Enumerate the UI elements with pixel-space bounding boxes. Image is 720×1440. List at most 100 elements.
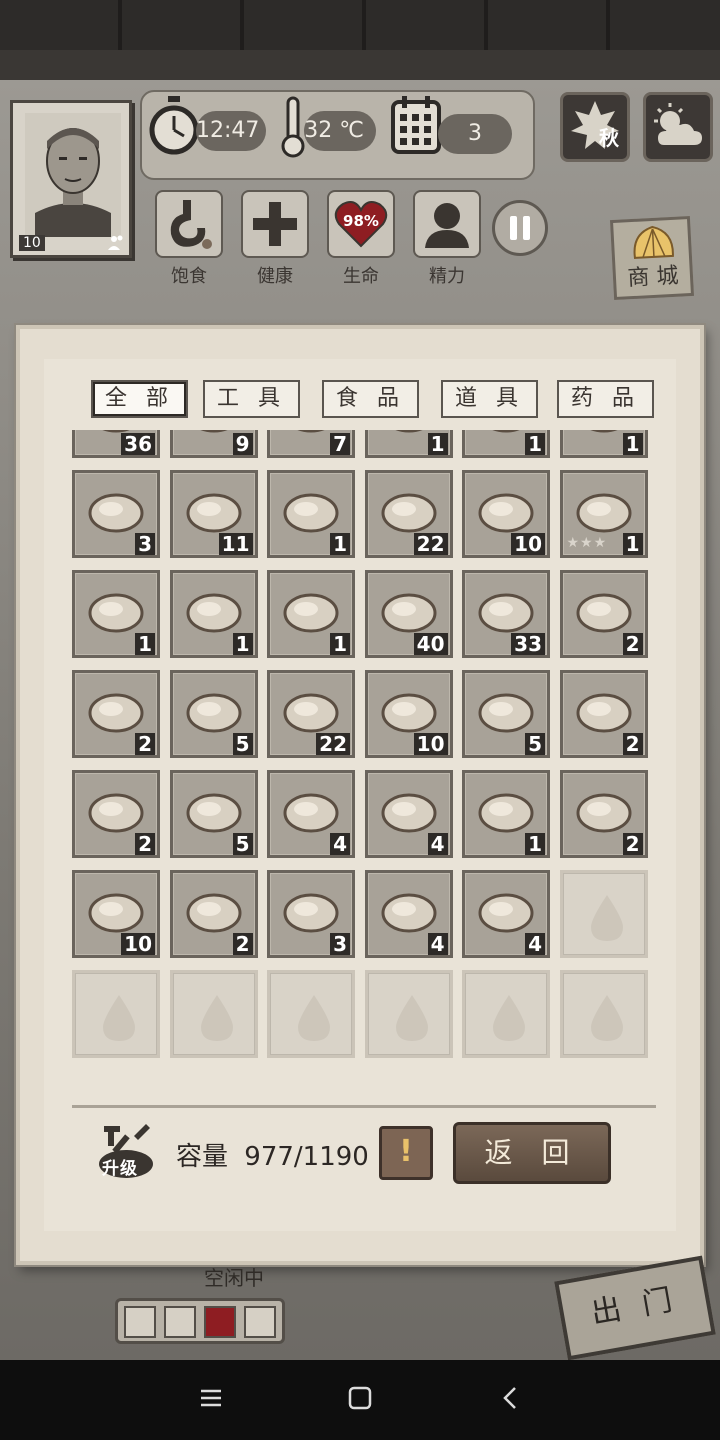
item-quantity: 1: [525, 433, 545, 455]
inventory-slot[interactable]: 7: [267, 430, 355, 458]
inventory-slot[interactable]: 10: [72, 870, 160, 958]
inventory-slot[interactable]: 1: [72, 570, 160, 658]
capacity-value: 977/1190: [244, 1142, 369, 1172]
item-quantity: 2: [622, 733, 643, 755]
inventory-slot[interactable]: 1: [169, 570, 258, 658]
inventory-slot[interactable]: 3: [72, 470, 160, 558]
item-quantity: 33: [511, 633, 545, 655]
capacity-display: 容量 977/1190: [176, 1136, 369, 1173]
capacity-label: 容量: [176, 1142, 229, 1172]
temperature-display: 32 ℃: [304, 111, 376, 151]
inventory-slot[interactable]: 1: [462, 770, 550, 858]
energy-button[interactable]: [413, 190, 481, 258]
satiety-button[interactable]: [155, 190, 223, 258]
inventory-slot[interactable]: 36: [72, 430, 160, 458]
drop-icon: [590, 895, 623, 941]
item-quantity: 4: [330, 833, 350, 855]
item-quantity: 2: [622, 633, 643, 655]
stomach-icon: [170, 200, 212, 249]
inventory-slot[interactable]: 22: [267, 670, 355, 758]
tab-all[interactable]: 全 部: [91, 380, 188, 418]
tab-food[interactable]: 食 品: [322, 380, 419, 418]
inventory-slot[interactable]: 4: [267, 770, 355, 858]
inventory-slot[interactable]: 2: [169, 870, 258, 958]
divider: [72, 1105, 656, 1108]
shop-label: 商 城: [626, 263, 680, 292]
tab-medicine[interactable]: 药 品: [557, 380, 654, 418]
inventory-slot[interactable]: 33: [462, 570, 550, 658]
inventory-slot[interactable]: 40: [364, 570, 453, 658]
capacity-warning-button[interactable]: !: [379, 1126, 433, 1180]
item-quantity: 1: [330, 633, 350, 655]
empty-slot: [72, 970, 160, 1058]
tab-items[interactable]: 道 具: [441, 380, 538, 418]
drop-icon: [395, 995, 428, 1041]
life-value: 98%: [343, 212, 379, 230]
item-quantity: 22: [413, 533, 448, 555]
inventory-slot[interactable]: 1: [267, 470, 355, 558]
inventory-slot[interactable]: 2: [559, 570, 648, 658]
mini-status-bar[interactable]: [115, 1298, 285, 1344]
inventory-grid[interactable]: 36 9 7 1 1 1 3 11 1 22 10 ★★★ 1 1 1 1 40 33 2 2 5 22 10 5 2 2 5 4 4 1…: [72, 430, 652, 1080]
item-quantity: 2: [622, 833, 643, 855]
item-quantity: 1: [330, 533, 350, 555]
health-label: 健康: [257, 266, 293, 287]
group-icon: [108, 235, 123, 250]
time-display: 12:47: [196, 111, 266, 151]
rarity-stars: ★★★: [566, 535, 608, 551]
inventory-slot[interactable]: 5: [169, 770, 258, 858]
upgrade-button[interactable]: 升级: [96, 1120, 156, 1180]
drop-icon: [493, 995, 525, 1041]
inventory-slot[interactable]: 5: [169, 670, 258, 758]
inventory-slot[interactable]: 4: [462, 870, 550, 958]
character-portrait[interactable]: 10: [10, 100, 132, 258]
item-quantity: 1: [427, 433, 448, 455]
life-button[interactable]: 98%: [327, 190, 395, 258]
item-quantity: 5: [232, 733, 253, 755]
inventory-slot[interactable]: 10: [462, 470, 550, 558]
tab-tools[interactable]: 工 具: [203, 380, 300, 418]
empty-slot: [267, 970, 355, 1058]
inventory-slot[interactable]: 4: [364, 870, 453, 958]
health-button[interactable]: [241, 190, 309, 258]
shop-button[interactable]: 商 城: [609, 215, 695, 301]
weather-button[interactable]: [643, 92, 713, 162]
inventory-slot[interactable]: 3: [267, 870, 355, 958]
home-icon[interactable]: [345, 1383, 375, 1413]
inventory-slot[interactable]: ★★★ 1: [559, 470, 648, 558]
menu-icon[interactable]: [196, 1383, 226, 1413]
inventory-slot[interactable]: 9: [169, 430, 258, 458]
season-button[interactable]: 秋: [560, 92, 630, 162]
inventory-slot[interactable]: 1: [559, 430, 648, 458]
back-button[interactable]: 返 回: [453, 1122, 611, 1184]
inventory-slot[interactable]: 2: [72, 770, 160, 858]
pause-button[interactable]: [492, 200, 548, 256]
inventory-slot[interactable]: 11: [169, 470, 258, 558]
inventory-slot[interactable]: 2: [72, 670, 160, 758]
back-nav-icon[interactable]: [496, 1383, 526, 1413]
stopwatch-icon: [149, 96, 199, 155]
item-quantity: 22: [316, 733, 350, 755]
item-quantity: 5: [525, 733, 545, 755]
item-quantity: 3: [135, 533, 155, 555]
life-label: 生命: [343, 266, 379, 287]
item-quantity: 10: [413, 733, 448, 755]
item-quantity: 1: [232, 633, 253, 655]
partly-cloudy-icon: [654, 103, 702, 145]
item-quantity: 1: [622, 533, 643, 555]
inventory-slot[interactable]: 5: [462, 670, 550, 758]
inventory-slot[interactable]: 2: [559, 670, 648, 758]
empty-slot: [559, 970, 648, 1058]
person-icon: [425, 203, 469, 248]
inventory-slot[interactable]: 1: [267, 570, 355, 658]
inventory-slot[interactable]: 4: [364, 770, 453, 858]
item-quantity: 4: [427, 933, 448, 955]
character-level: 10: [19, 235, 45, 251]
inventory-slot[interactable]: 1: [462, 430, 550, 458]
cross-icon: [253, 202, 297, 246]
inventory-slot[interactable]: 1: [364, 430, 453, 458]
inventory-slot[interactable]: 22: [364, 470, 453, 558]
inventory-slot[interactable]: 2: [559, 770, 648, 858]
item-quantity: 4: [427, 833, 448, 855]
inventory-slot[interactable]: 10: [364, 670, 453, 758]
